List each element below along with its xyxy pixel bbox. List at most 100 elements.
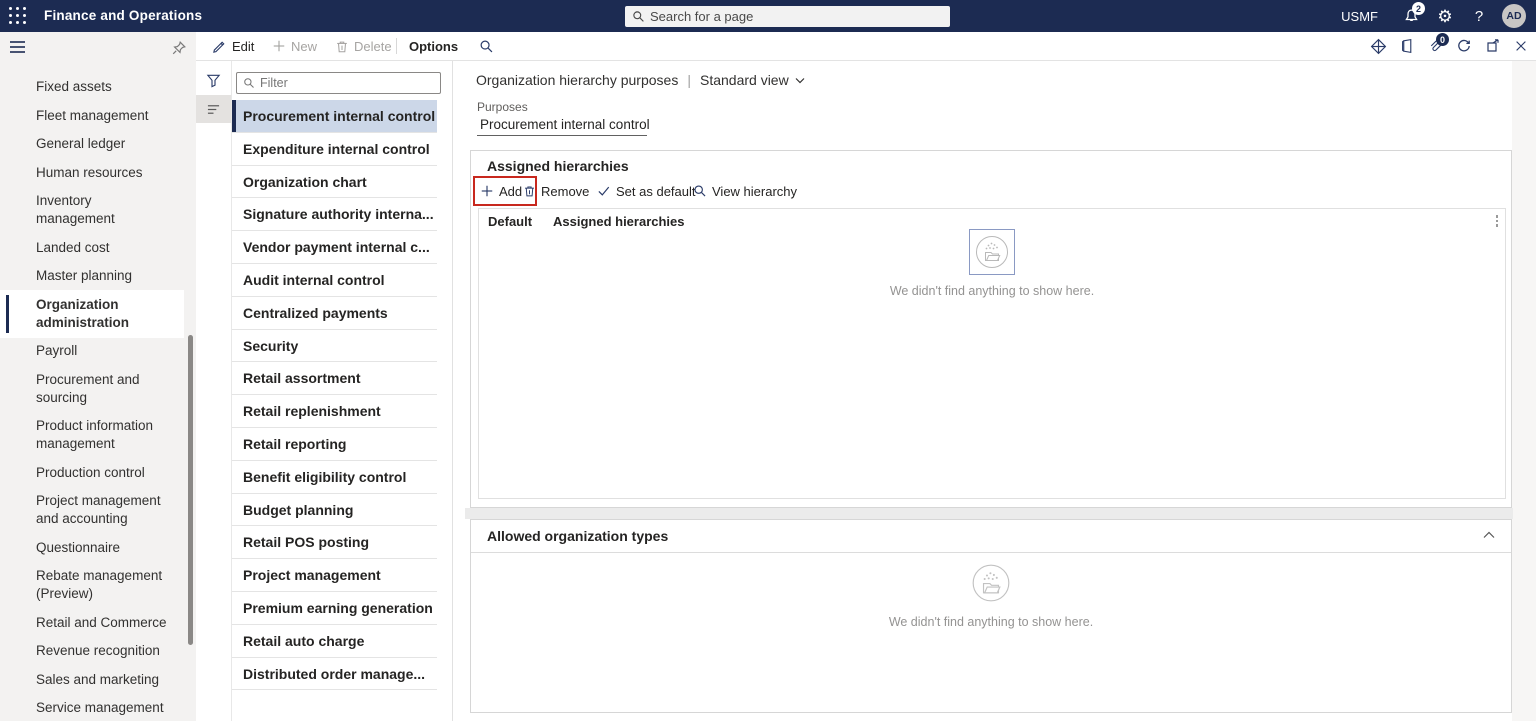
toolbar-separator [396, 38, 397, 54]
sidebar-item-service-management[interactable]: Service management [0, 699, 184, 721]
sidebar-item-sales-and-marketing[interactable]: Sales and marketing [0, 671, 184, 700]
search-icon [694, 185, 706, 197]
list-item[interactable]: Retail auto charge [232, 625, 437, 658]
column-options-icon[interactable] [1495, 215, 1498, 227]
edit-button[interactable]: Edit [212, 32, 254, 60]
sidebar-scrollbar[interactable] [188, 335, 193, 645]
main-content: Organization hierarchy purposes | Standa… [453, 61, 1536, 721]
search-icon [480, 40, 493, 52]
chevron-down-icon [795, 77, 805, 83]
remove-button[interactable]: Remove [523, 178, 589, 204]
sidebar-item-procurement-and-sourcing[interactable]: Procurement and sourcing [0, 371, 184, 418]
pencil-icon [213, 40, 225, 53]
allowed-organization-types-section: Allowed organization types We didn't fin… [470, 519, 1512, 713]
sidebar-item-fixed-assets[interactable]: Fixed assets [0, 78, 184, 107]
list-item[interactable]: Expenditure internal control [232, 133, 437, 166]
list-item[interactable]: Procurement internal control [232, 100, 437, 133]
plus-icon [273, 40, 285, 52]
notifications-button[interactable]: 2 [1394, 0, 1428, 32]
empty-message: We didn't find anything to show here. [888, 615, 1094, 629]
sidebar-item-product-information-management[interactable]: Product information management [0, 417, 184, 464]
new-button[interactable]: New [272, 32, 317, 60]
purpose-list: Procurement internal control Expenditure… [232, 100, 437, 691]
list-item[interactable]: Distributed order manage... [232, 658, 437, 691]
checkmark-icon [598, 186, 610, 196]
sidebar-item-payroll[interactable]: Payroll [0, 342, 184, 371]
purposes-value[interactable]: Procurement internal control [480, 117, 650, 132]
page-search-input[interactable]: Search for a page [625, 6, 950, 27]
close-icon[interactable] [1514, 39, 1528, 53]
sidebar-item-organization-administration[interactable]: Organization administration [0, 289, 184, 338]
options-button[interactable]: Options [409, 32, 458, 60]
list-item[interactable]: Organization chart [232, 166, 437, 199]
office-icon[interactable] [1400, 38, 1415, 54]
sidebar-item-human-resources[interactable]: Human resources [0, 164, 184, 193]
add-button[interactable]: Add [480, 178, 522, 204]
view-hierarchy-button[interactable]: View hierarchy [693, 178, 797, 204]
view-selector[interactable]: Standard view [700, 72, 805, 88]
settings-button[interactable]: ⚙ [1428, 0, 1462, 32]
pin-icon[interactable] [171, 40, 187, 56]
sidebar-item-project-management-and-accounting[interactable]: Project management and accounting [0, 492, 184, 539]
attachments-button[interactable]: 0 [1428, 33, 1449, 54]
column-header-assigned-hierarchies[interactable]: Assigned hierarchies [553, 214, 685, 229]
list-item[interactable]: Benefit eligibility control [232, 461, 437, 494]
search-icon [243, 77, 255, 89]
list-item[interactable]: Vendor payment internal c... [232, 231, 437, 264]
record-list-panel: Filter Procurement internal control Expe… [196, 61, 453, 721]
list-item[interactable]: Retail replenishment [232, 395, 437, 428]
filter-placeholder: Filter [260, 76, 288, 90]
sidebar-item-general-ledger[interactable]: General ledger [0, 135, 184, 164]
sidebar-item-retail-and-commerce[interactable]: Retail and Commerce [0, 614, 184, 643]
plus-icon [481, 185, 493, 197]
list-item[interactable]: Project management [232, 559, 437, 592]
empty-folder-icon [968, 560, 1014, 606]
company-selector[interactable]: USMF [1341, 9, 1378, 24]
trash-icon [525, 186, 534, 197]
section-title: Assigned hierarchies [487, 158, 629, 174]
filter-input[interactable]: Filter [236, 72, 441, 94]
list-item[interactable]: Audit internal control [232, 264, 437, 297]
navigation-sidebar: Fixed assets Fleet management General le… [0, 32, 196, 721]
refresh-icon[interactable] [1456, 38, 1472, 54]
list-item[interactable]: Premium earning generation [232, 592, 437, 625]
list-item[interactable]: Budget planning [232, 494, 437, 527]
sidebar-item-rebate-management-preview[interactable]: Rebate management (Preview) [0, 567, 184, 614]
search-icon [632, 10, 645, 23]
filter-funnel-icon[interactable] [196, 66, 231, 94]
chevron-up-icon[interactable] [1483, 531, 1495, 539]
module-list: Fixed assets Fleet management General le… [0, 78, 196, 721]
assigned-hierarchies-grid: Default Assigned hierarchies We didn't f… [478, 208, 1506, 499]
list-item[interactable]: Signature authority interna... [232, 198, 437, 232]
list-item[interactable]: Security [232, 330, 437, 363]
set-as-default-button[interactable]: Set as default [597, 178, 696, 204]
open-in-new-window-icon[interactable] [1485, 38, 1501, 54]
help-button[interactable]: ? [1462, 0, 1496, 32]
delete-button[interactable]: Delete [335, 32, 392, 60]
list-item[interactable]: Retail reporting [232, 428, 437, 461]
sidebar-item-inventory-management[interactable]: Inventory management [0, 192, 184, 239]
column-header-default[interactable]: Default [488, 214, 532, 229]
user-avatar[interactable]: AD [1502, 4, 1526, 28]
assigned-hierarchies-section: Assigned hierarchies Add Remove Set as d… [470, 150, 1512, 508]
section-header[interactable]: Allowed organization types [471, 520, 1511, 553]
sidebar-item-questionnaire[interactable]: Questionnaire [0, 539, 184, 568]
waffle-icon[interactable] [9, 7, 27, 25]
app-title: Finance and Operations [44, 8, 203, 23]
sort-list-icon[interactable] [196, 95, 231, 123]
help-icon: ? [1474, 7, 1484, 25]
scroll-gutter [1512, 61, 1536, 721]
sidebar-item-fleet-management[interactable]: Fleet management [0, 107, 184, 136]
sidebar-item-production-control[interactable]: Production control [0, 464, 184, 493]
sidebar-item-revenue-recognition[interactable]: Revenue recognition [0, 642, 184, 671]
list-item[interactable]: Retail assortment [232, 362, 437, 396]
diamond-grid-icon[interactable] [1370, 38, 1387, 55]
list-item[interactable]: Centralized payments [232, 297, 437, 330]
empty-state: We didn't find anything to show here. [479, 229, 1505, 298]
attachment-badge: 0 [1436, 33, 1449, 46]
sidebar-item-landed-cost[interactable]: Landed cost [0, 239, 184, 268]
list-item[interactable]: Retail POS posting [232, 526, 437, 560]
action-search-button[interactable] [479, 32, 494, 60]
hamburger-icon[interactable] [9, 40, 26, 54]
purposes-label: Purposes [477, 100, 528, 114]
